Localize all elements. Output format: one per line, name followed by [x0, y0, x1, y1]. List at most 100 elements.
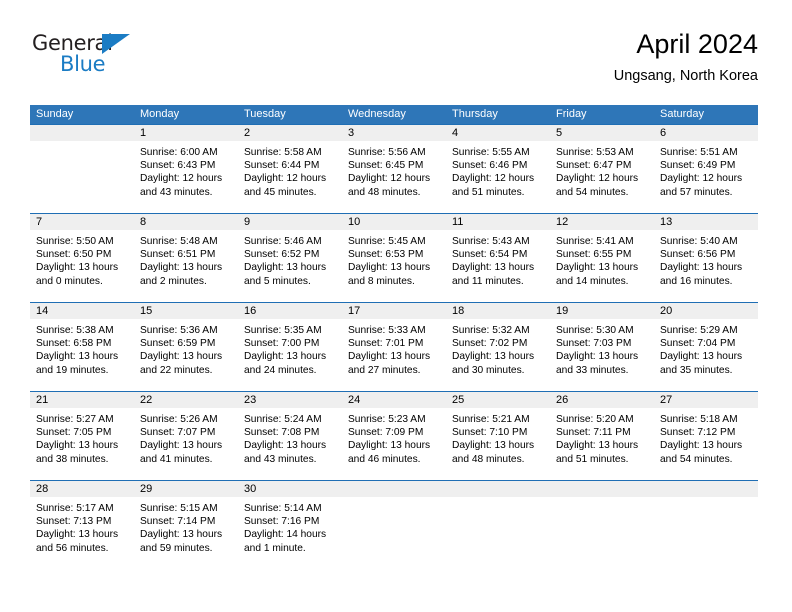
- day-cell[interactable]: 7 Sunrise: 5:50 AM Sunset: 6:50 PM Dayli…: [30, 214, 134, 302]
- day-cell[interactable]: 8 Sunrise: 5:48 AM Sunset: 6:51 PM Dayli…: [134, 214, 238, 302]
- sunset-text: Sunset: 6:49 PM: [660, 160, 736, 172]
- sunset-text: Sunset: 6:51 PM: [140, 249, 216, 261]
- day-cell[interactable]: 26 Sunrise: 5:20 AM Sunset: 7:11 PM Dayl…: [550, 392, 654, 480]
- sunset-text: Sunset: 7:13 PM: [36, 516, 112, 528]
- day-number: 28: [30, 481, 134, 497]
- daylight-text-line1: Daylight: 13 hours: [660, 440, 743, 452]
- week-row: 14 Sunrise: 5:38 AM Sunset: 6:58 PM Dayl…: [30, 302, 758, 391]
- daylight-text-line1: Daylight: 12 hours: [348, 173, 431, 185]
- day-cell[interactable]: 23 Sunrise: 5:24 AM Sunset: 7:08 PM Dayl…: [238, 392, 342, 480]
- day-cell[interactable]: 12 Sunrise: 5:41 AM Sunset: 6:55 PM Dayl…: [550, 214, 654, 302]
- daylight-text-line1: Daylight: 13 hours: [348, 351, 431, 363]
- sunset-text: Sunset: 7:07 PM: [140, 427, 216, 439]
- daylight-text-line1: Daylight: 13 hours: [660, 351, 743, 363]
- day-number: 6: [654, 125, 758, 141]
- day-details: Sunrise: 5:38 AM Sunset: 6:58 PM Dayligh…: [30, 319, 134, 377]
- day-number: 25: [446, 392, 550, 408]
- day-cell[interactable]: 5 Sunrise: 5:53 AM Sunset: 6:47 PM Dayli…: [550, 125, 654, 213]
- day-details: Sunrise: 5:43 AM Sunset: 6:54 PM Dayligh…: [446, 230, 550, 288]
- weekday-wednesday: Wednesday: [348, 108, 406, 120]
- sunset-text: Sunset: 6:52 PM: [244, 249, 320, 261]
- logo-text-blue: Blue: [60, 52, 106, 76]
- page-header: General Blue April 2024 Ungsang, North K…: [30, 28, 758, 100]
- day-cell[interactable]: 20 Sunrise: 5:29 AM Sunset: 7:04 PM Dayl…: [654, 303, 758, 391]
- day-cell[interactable]: 10 Sunrise: 5:45 AM Sunset: 6:53 PM Dayl…: [342, 214, 446, 302]
- calendar-page: General Blue April 2024 Ungsang, North K…: [0, 0, 792, 612]
- day-number: [446, 481, 550, 497]
- day-cell[interactable]: 18 Sunrise: 5:32 AM Sunset: 7:02 PM Dayl…: [446, 303, 550, 391]
- title-block: April 2024 Ungsang, North Korea: [614, 28, 758, 86]
- sunrise-text: Sunrise: 5:38 AM: [36, 325, 114, 336]
- day-cell[interactable]: 1 Sunrise: 6:00 AM Sunset: 6:43 PM Dayli…: [134, 125, 238, 213]
- day-cell[interactable]: 9 Sunrise: 5:46 AM Sunset: 6:52 PM Dayli…: [238, 214, 342, 302]
- day-cell[interactable]: 13 Sunrise: 5:40 AM Sunset: 6:56 PM Dayl…: [654, 214, 758, 302]
- sunrise-text: Sunrise: 5:14 AM: [244, 503, 322, 514]
- day-cell[interactable]: 6 Sunrise: 5:51 AM Sunset: 6:49 PM Dayli…: [654, 125, 758, 213]
- sunset-text: Sunset: 6:43 PM: [140, 160, 216, 172]
- day-cell[interactable]: 24 Sunrise: 5:23 AM Sunset: 7:09 PM Dayl…: [342, 392, 446, 480]
- day-number: 4: [446, 125, 550, 141]
- day-details: Sunrise: 5:20 AM Sunset: 7:11 PM Dayligh…: [550, 408, 654, 466]
- weekday-header-row: Sunday Monday Tuesday Wednesday Thursday…: [30, 105, 758, 124]
- day-cell[interactable]: [654, 481, 758, 569]
- day-number: 10: [342, 214, 446, 230]
- day-cell[interactable]: 29 Sunrise: 5:15 AM Sunset: 7:14 PM Dayl…: [134, 481, 238, 569]
- daylight-text-line2: and 46 minutes.: [348, 453, 421, 465]
- day-cell[interactable]: 22 Sunrise: 5:26 AM Sunset: 7:07 PM Dayl…: [134, 392, 238, 480]
- day-cell[interactable]: [342, 481, 446, 569]
- day-details: Sunrise: 5:51 AM Sunset: 6:49 PM Dayligh…: [654, 141, 758, 199]
- sunrise-text: Sunrise: 5:51 AM: [660, 147, 738, 158]
- day-cell[interactable]: 11 Sunrise: 5:43 AM Sunset: 6:54 PM Dayl…: [446, 214, 550, 302]
- day-cell[interactable]: 2 Sunrise: 5:58 AM Sunset: 6:44 PM Dayli…: [238, 125, 342, 213]
- daylight-text-line2: and 51 minutes.: [556, 453, 629, 465]
- day-number: [30, 125, 134, 141]
- daylight-text-line1: Daylight: 13 hours: [556, 262, 639, 274]
- day-number: 17: [342, 303, 446, 319]
- daylight-text-line2: and 24 minutes.: [244, 364, 317, 376]
- daylight-text-line1: Daylight: 13 hours: [140, 529, 223, 541]
- day-cell[interactable]: [550, 481, 654, 569]
- logo-triangle-icon: [102, 34, 130, 54]
- day-cell[interactable]: 30 Sunrise: 5:14 AM Sunset: 7:16 PM Dayl…: [238, 481, 342, 569]
- day-cell[interactable]: [446, 481, 550, 569]
- day-cell[interactable]: 21 Sunrise: 5:27 AM Sunset: 7:05 PM Dayl…: [30, 392, 134, 480]
- day-cell[interactable]: [30, 125, 134, 213]
- day-cell[interactable]: 28 Sunrise: 5:17 AM Sunset: 7:13 PM Dayl…: [30, 481, 134, 569]
- day-details: Sunrise: 5:41 AM Sunset: 6:55 PM Dayligh…: [550, 230, 654, 288]
- sunset-text: Sunset: 6:59 PM: [140, 338, 216, 350]
- day-number: 11: [446, 214, 550, 230]
- day-cell[interactable]: 15 Sunrise: 5:36 AM Sunset: 6:59 PM Dayl…: [134, 303, 238, 391]
- daylight-text-line1: Daylight: 12 hours: [452, 173, 535, 185]
- day-cell[interactable]: 17 Sunrise: 5:33 AM Sunset: 7:01 PM Dayl…: [342, 303, 446, 391]
- sunset-text: Sunset: 6:46 PM: [452, 160, 528, 172]
- day-details: Sunrise: 5:17 AM Sunset: 7:13 PM Dayligh…: [30, 497, 134, 555]
- sunrise-text: Sunrise: 5:27 AM: [36, 414, 114, 425]
- day-cell[interactable]: 14 Sunrise: 5:38 AM Sunset: 6:58 PM Dayl…: [30, 303, 134, 391]
- weekday-thursday: Thursday: [452, 108, 498, 120]
- day-cell[interactable]: 4 Sunrise: 5:55 AM Sunset: 6:46 PM Dayli…: [446, 125, 550, 213]
- day-number: 13: [654, 214, 758, 230]
- daylight-text-line2: and 43 minutes.: [244, 453, 317, 465]
- daylight-text-line1: Daylight: 13 hours: [452, 440, 535, 452]
- day-cell[interactable]: 19 Sunrise: 5:30 AM Sunset: 7:03 PM Dayl…: [550, 303, 654, 391]
- day-cell[interactable]: 25 Sunrise: 5:21 AM Sunset: 7:10 PM Dayl…: [446, 392, 550, 480]
- sunrise-text: Sunrise: 5:55 AM: [452, 147, 530, 158]
- day-cell[interactable]: 16 Sunrise: 5:35 AM Sunset: 7:00 PM Dayl…: [238, 303, 342, 391]
- sunset-text: Sunset: 7:10 PM: [452, 427, 528, 439]
- sunset-text: Sunset: 6:54 PM: [452, 249, 528, 261]
- calendar-grid: Sunday Monday Tuesday Wednesday Thursday…: [30, 105, 758, 569]
- daylight-text-line1: Daylight: 13 hours: [36, 440, 119, 452]
- week-row: 1 Sunrise: 6:00 AM Sunset: 6:43 PM Dayli…: [30, 124, 758, 213]
- daylight-text-line2: and 45 minutes.: [244, 186, 317, 198]
- sunset-text: Sunset: 7:05 PM: [36, 427, 112, 439]
- day-details: Sunrise: 5:40 AM Sunset: 6:56 PM Dayligh…: [654, 230, 758, 288]
- day-number: 29: [134, 481, 238, 497]
- sunset-text: Sunset: 6:55 PM: [556, 249, 632, 261]
- daylight-text-line2: and 35 minutes.: [660, 364, 733, 376]
- daylight-text-line2: and 22 minutes.: [140, 364, 213, 376]
- day-cell[interactable]: 27 Sunrise: 5:18 AM Sunset: 7:12 PM Dayl…: [654, 392, 758, 480]
- day-cell[interactable]: 3 Sunrise: 5:56 AM Sunset: 6:45 PM Dayli…: [342, 125, 446, 213]
- day-number: [654, 481, 758, 497]
- daylight-text-line1: Daylight: 13 hours: [556, 351, 639, 363]
- daylight-text-line1: Daylight: 13 hours: [660, 262, 743, 274]
